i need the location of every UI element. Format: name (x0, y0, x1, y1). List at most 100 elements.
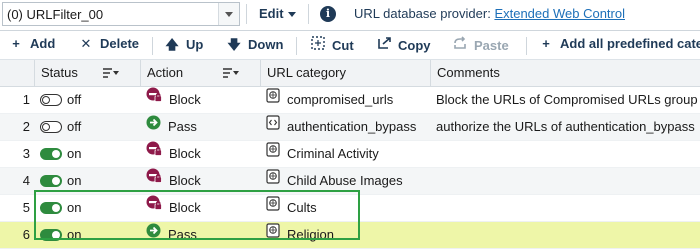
status-cell[interactable]: off (40, 87, 135, 113)
table-row[interactable]: 1 off Block compromised_urls Block the URLs … (0, 87, 700, 114)
divider (308, 4, 309, 24)
url-category-cell[interactable]: Child Abuse Images (266, 168, 431, 194)
status-cell[interactable]: on (40, 195, 135, 221)
paste-button[interactable]: Paste (452, 36, 509, 54)
action-cell[interactable]: Block (146, 195, 261, 221)
block-icon (146, 87, 162, 112)
status-value: on (67, 200, 82, 215)
info-icon: i (320, 6, 336, 22)
column-header-action-label: Action (147, 65, 184, 80)
row-number: 5 (22, 200, 30, 215)
table-row[interactable]: 5 on Block Cults (0, 195, 700, 222)
row-number: 4 (22, 173, 30, 188)
status-value: on (67, 146, 82, 161)
document-icon (266, 222, 280, 247)
edit-menu-label: Edit (259, 6, 284, 21)
url-category-cell[interactable]: compromised_urls (266, 87, 431, 113)
column-header-comments[interactable]: Comments (430, 60, 700, 86)
column-header-status[interactable]: Status (34, 60, 140, 86)
comment-cell[interactable] (436, 141, 700, 167)
status-toggle[interactable] (40, 120, 62, 133)
row-number: 2 (22, 119, 30, 134)
comment-cell[interactable]: Block the URLs of Compromised URLs group (436, 87, 700, 113)
status-toggle[interactable] (40, 228, 62, 241)
top-bar: (0) URLFilter_00 Edit i URL database pro… (0, 0, 700, 31)
status-toggle[interactable] (40, 174, 62, 187)
status-cell[interactable]: on (40, 168, 135, 194)
action-cell[interactable]: Block (146, 87, 261, 113)
url-category-value: authentication_bypass (287, 119, 417, 134)
column-header-url-category[interactable]: URL category (260, 60, 430, 86)
table-row[interactable]: 6 on Pass Religion (0, 222, 700, 249)
arrow-down-icon: 🡇 (227, 37, 241, 52)
url-category-cell[interactable]: Religion (266, 222, 431, 248)
url-filter-select-value: (0) URLFilter_00 (7, 7, 104, 22)
provider-link[interactable]: Extended Web Control (494, 6, 625, 21)
provider-info: URL database provider: Extended Web Cont… (354, 6, 625, 21)
action-value: Block (169, 92, 201, 107)
down-button-label: Down (248, 37, 284, 52)
table-row[interactable]: 2 off Pass authentication_bypass authorize t… (0, 114, 700, 141)
status-toggle[interactable] (40, 93, 62, 106)
comment-cell[interactable]: authorize the URLs of authentication_byp… (436, 114, 700, 140)
column-header-action[interactable]: Action (140, 60, 260, 86)
block-icon (146, 195, 162, 220)
document-icon (266, 87, 280, 112)
code-document-icon (266, 114, 280, 139)
status-cell[interactable]: on (40, 222, 135, 248)
table-row[interactable]: 4 on Block Child Abuse Images (0, 168, 700, 195)
comment-cell[interactable] (436, 195, 700, 221)
action-cell[interactable]: Pass (146, 222, 261, 248)
cut-button[interactable]: Cut (310, 36, 354, 54)
paste-button-label: Paste (474, 38, 509, 53)
status-value: off (67, 92, 82, 107)
action-value: Pass (168, 119, 197, 134)
status-toggle[interactable] (40, 147, 62, 160)
grid-body: 1 off Block compromised_urls Block the URLs … (0, 87, 700, 249)
divider (526, 37, 527, 55)
down-button[interactable]: 🡇 Down (226, 36, 283, 54)
copy-button-label: Copy (398, 38, 431, 53)
row-number: 3 (22, 146, 30, 161)
comment-cell[interactable] (436, 168, 700, 194)
column-header-url-category-label: URL category (267, 65, 346, 80)
copy-button[interactable]: Copy (376, 36, 431, 54)
add-all-predefined-button[interactable]: + Add all predefined categ (538, 36, 700, 54)
status-value: on (67, 227, 82, 242)
url-category-cell[interactable]: Cults (266, 195, 431, 221)
toolbar: + Add ✕ Delete 🡅 Up 🡇 Down Cut Copy Paste + A… (0, 31, 700, 60)
url-category-cell[interactable]: Criminal Activity (266, 141, 431, 167)
sort-filter-icon[interactable] (103, 68, 119, 78)
status-toggle[interactable] (40, 201, 62, 214)
paste-icon (452, 36, 468, 53)
url-filter-select[interactable]: (0) URLFilter_00 (2, 2, 240, 26)
url-category-value: compromised_urls (287, 92, 394, 107)
block-icon (146, 168, 162, 193)
action-cell[interactable]: Block (146, 141, 261, 167)
action-value: Block (169, 173, 201, 188)
chevron-down-icon[interactable] (218, 3, 239, 25)
action-cell[interactable]: Pass (146, 114, 261, 140)
url-category-value: Cults (287, 200, 317, 215)
document-icon (266, 168, 280, 193)
table-row[interactable]: 3 on Block Criminal Activity (0, 141, 700, 168)
url-category-value: Child Abuse Images (287, 173, 403, 188)
url-category-cell[interactable]: authentication_bypass (266, 114, 431, 140)
delete-button[interactable]: ✕ Delete (78, 36, 139, 54)
edit-menu-button[interactable]: Edit (259, 6, 296, 21)
document-icon (266, 195, 280, 220)
sort-filter-icon[interactable] (223, 68, 239, 78)
pass-arrow-icon (146, 222, 161, 247)
cut-button-label: Cut (332, 38, 354, 53)
status-cell[interactable]: off (40, 114, 135, 140)
divider (152, 37, 153, 55)
cut-icon (310, 36, 326, 53)
action-cell[interactable]: Block (146, 168, 261, 194)
action-value: Block (169, 146, 201, 161)
add-button[interactable]: + Add (8, 36, 55, 54)
url-filter-grid: Status Action URL category Comments 1 off… (0, 60, 700, 249)
copy-icon (376, 36, 392, 53)
comment-cell[interactable] (436, 222, 700, 248)
up-button[interactable]: 🡅 Up (164, 36, 203, 54)
status-cell[interactable]: on (40, 141, 135, 167)
